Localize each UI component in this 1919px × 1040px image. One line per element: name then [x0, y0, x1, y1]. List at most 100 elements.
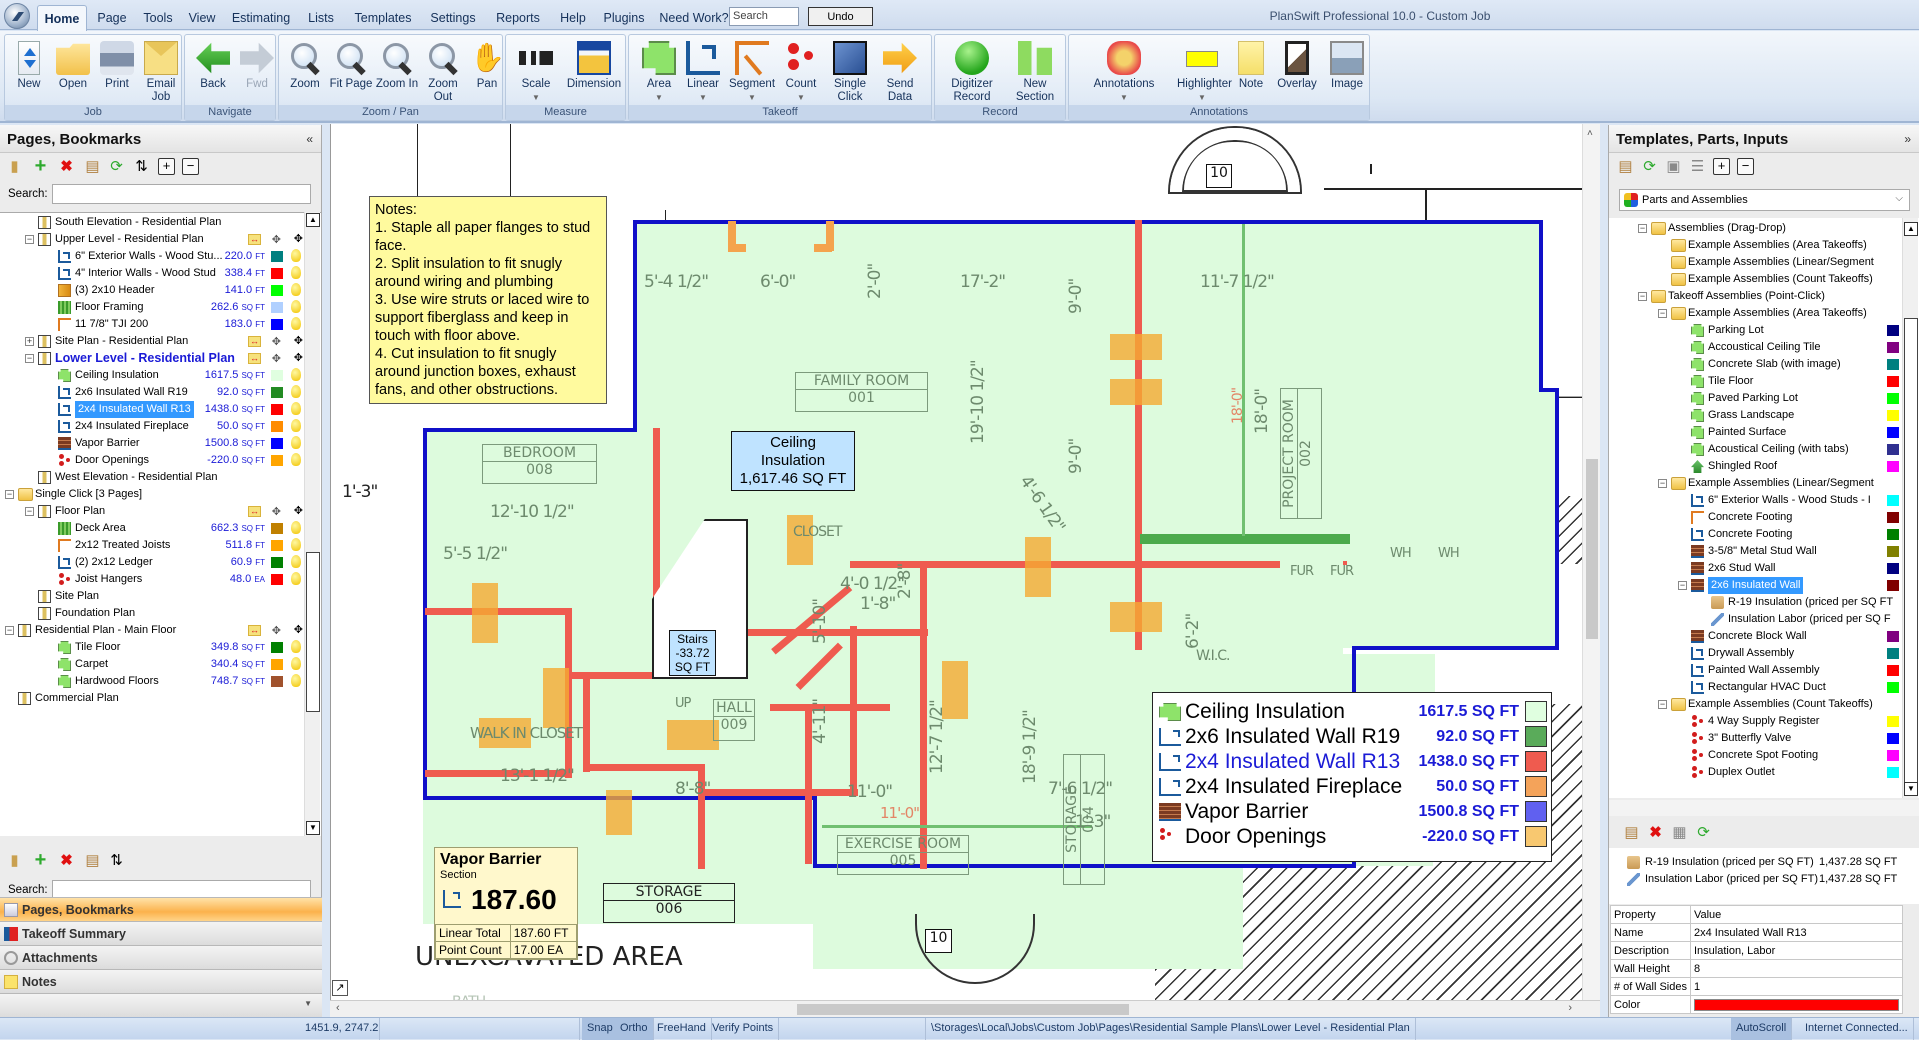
tree-item[interactable]: − Single Click [3 Pages] [0, 486, 305, 503]
collapse-node-icon[interactable]: − [1658, 479, 1667, 488]
visibility-bulb-icon[interactable] [291, 436, 301, 449]
collapse-node-icon[interactable]: − [1638, 292, 1647, 301]
color-swatch[interactable] [271, 251, 283, 262]
nav-takeoff-summary[interactable]: Takeoff Summary [0, 921, 322, 945]
zoom-out-button[interactable]: Zoom Out [421, 41, 465, 104]
scroll-up-icon[interactable]: ˄ [1587, 128, 1593, 139]
color-swatch[interactable] [271, 659, 283, 670]
tree-item[interactable]: Hardwood Floors 748.7 SQ FT [0, 673, 305, 690]
tree-item[interactable]: 2x4 Insulated Wall R13 1438.0 SQ FT [0, 401, 305, 418]
canvas-horizontal-scrollbar[interactable]: ‹ › [330, 1000, 1600, 1017]
color-swatch[interactable] [1887, 410, 1899, 421]
zoom-button[interactable]: Zoom [283, 41, 327, 91]
plan-canvas[interactable]: 10 FAMILY ROOM 001 BEDROOM 008 HALL 009 … [330, 124, 1600, 1017]
tree-item[interactable]: Site Plan [0, 588, 305, 605]
color-swatch[interactable] [271, 540, 283, 551]
scale-marker-icon[interactable]: ↔ [248, 234, 261, 245]
annotations-button[interactable]: Annotations ▼ [1075, 41, 1173, 104]
tab-settings[interactable]: Settings [425, 8, 481, 30]
visibility-bulb-icon[interactable] [291, 385, 301, 398]
tree-item[interactable]: Example Assemblies (Area Takeoffs) [1609, 237, 1903, 254]
tab-help[interactable]: Help [556, 8, 590, 30]
door-marker[interactable] [472, 583, 498, 643]
tree-item[interactable]: Duplex Outlet [1609, 764, 1903, 781]
door-marker[interactable] [1025, 537, 1051, 597]
tree-item[interactable]: Shingled Roof [1609, 458, 1903, 475]
scroll-down-icon[interactable]: ▼ [1904, 782, 1918, 796]
door-marker[interactable] [1110, 334, 1162, 360]
move-icon[interactable]: ✥ [294, 622, 303, 639]
tree-item[interactable]: − Residential Plan - Main Floor ↔ ✥ ✥ [0, 622, 305, 639]
property-row[interactable]: Wall Height 8 [1610, 959, 1904, 978]
tab-home[interactable]: Home [37, 5, 87, 31]
autoscroll-toggle[interactable]: AutoScroll [1731, 1018, 1793, 1040]
property-row[interactable]: Color [1610, 995, 1904, 1014]
scroll-down-icon[interactable]: ▼ [306, 821, 320, 835]
tree-item[interactable]: 2x6 Stud Wall [1609, 560, 1903, 577]
visibility-bulb-icon[interactable] [291, 300, 301, 313]
sort-icon[interactable]: ⇅ [108, 852, 125, 869]
tab-plugins[interactable]: Plugins [595, 8, 653, 30]
tree-item[interactable]: Rectangular HVAC Duct [1609, 679, 1903, 696]
visibility-bulb-icon[interactable] [291, 521, 301, 534]
tab-templates[interactable]: Templates [345, 8, 421, 30]
visibility-bulb-icon[interactable] [291, 555, 301, 568]
nav-attachments[interactable]: Attachments [0, 945, 322, 969]
color-swatch[interactable] [271, 285, 283, 296]
properties-icon[interactable]: ▤ [84, 158, 101, 175]
tree-item[interactable]: 4 Way Supply Register [1609, 713, 1903, 730]
tree-item[interactable]: − Floor Plan ↔ ✥ ✥ [0, 503, 305, 520]
collapse-node-icon[interactable]: − [25, 507, 34, 516]
send-data-button[interactable]: Send Data [877, 41, 923, 104]
collapse-node-icon[interactable]: − [25, 354, 34, 363]
tree-item[interactable]: − Upper Level - Residential Plan ↔ ✥ ✥ [0, 231, 305, 248]
bookmark-icon[interactable]: ▮ [6, 158, 23, 175]
tree-item[interactable]: − Example Assemblies (Area Takeoffs) [1609, 305, 1903, 322]
color-swatch[interactable] [1887, 648, 1899, 659]
app-menu-button[interactable] [4, 3, 30, 29]
color-swatch[interactable] [1887, 546, 1899, 557]
color-swatch[interactable] [1887, 359, 1899, 370]
visibility-bulb-icon[interactable] [291, 657, 301, 670]
color-swatch[interactable] [271, 387, 283, 398]
door-marker[interactable] [667, 720, 719, 750]
back-button[interactable]: Back [191, 41, 235, 91]
media-icon[interactable]: ▣ [1665, 158, 1682, 175]
tree-item[interactable]: Painted Wall Assembly [1609, 662, 1903, 679]
color-swatch[interactable] [1887, 733, 1899, 744]
color-swatch[interactable] [1887, 376, 1899, 387]
color-swatch[interactable] [271, 574, 283, 585]
calculator-icon[interactable]: ▦ [1671, 824, 1688, 841]
tab-lists[interactable]: Lists [301, 8, 341, 30]
color-swatch[interactable] [1887, 393, 1899, 404]
tree-item[interactable]: Deck Area 662.3 SQ FT [0, 520, 305, 537]
color-swatch[interactable] [1887, 750, 1899, 761]
snap-toggle[interactable]: Snap [582, 1018, 619, 1040]
pan-button[interactable]: ✋ Pan [465, 41, 509, 91]
collapse-panel-icon[interactable]: » [1904, 132, 1911, 146]
tree-item[interactable]: Vapor Barrier 1500.8 SQ FT [0, 435, 305, 452]
color-swatch[interactable] [271, 642, 283, 653]
tree-item[interactable]: Concrete Footing [1609, 526, 1903, 543]
tree-item[interactable]: South Elevation - Residential Plan [0, 214, 305, 231]
tree-item[interactable]: West Elevation - Residential Plan [0, 469, 305, 486]
color-swatch[interactable] [1887, 427, 1899, 438]
tree-item[interactable]: Floor Framing 262.6 SQ FT [0, 299, 305, 316]
overlay-button[interactable]: Overlay [1273, 41, 1321, 91]
tree-item[interactable]: Parking Lot [1609, 322, 1903, 339]
tree-item[interactable]: Acoustical Ceiling (with tabs) [1609, 441, 1903, 458]
move-icon[interactable]: ✥ [294, 333, 303, 350]
quick-search-input[interactable]: Search [729, 7, 799, 26]
tree-item[interactable]: R-19 Insulation (priced per SQ FT [1609, 594, 1903, 611]
tree-item[interactable]: − Takeoff Assemblies (Point-Click) [1609, 288, 1903, 305]
bookmark-icon[interactable]: ▮ [6, 852, 23, 869]
tab-tools[interactable]: Tools [138, 8, 178, 30]
tab-need-work[interactable]: Need Work? [658, 8, 730, 30]
templates-tree-scrollbar[interactable]: ▲ ▼ [1902, 218, 1918, 798]
door-marker[interactable] [1110, 602, 1162, 632]
color-swatch[interactable] [1887, 461, 1899, 472]
area-button[interactable]: Area ▼ [637, 41, 681, 104]
zoom-in-button[interactable]: Zoom In [375, 41, 419, 91]
tree-item[interactable]: Grass Landscape [1609, 407, 1903, 424]
color-swatch[interactable] [271, 421, 283, 432]
